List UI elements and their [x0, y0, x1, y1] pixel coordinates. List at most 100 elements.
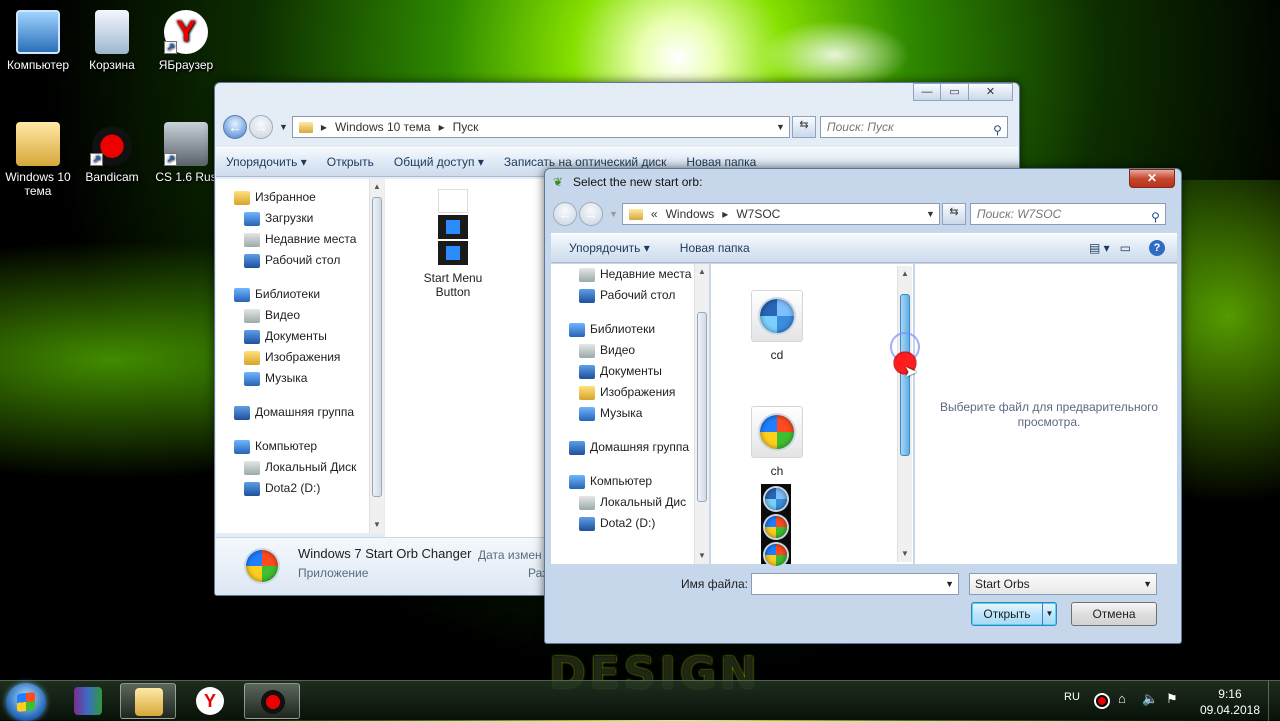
nav-item[interactable]: Компьютер	[216, 436, 384, 457]
refresh-icon[interactable]: ⇆	[791, 116, 816, 138]
desktop-icon-recycle-bin[interactable]: Корзина	[74, 10, 150, 72]
file-item-ch[interactable]: ch	[747, 406, 807, 478]
organize-menu[interactable]: Упорядочить ▾	[551, 241, 660, 255]
help-icon[interactable]: ?	[1149, 240, 1165, 256]
nav-item[interactable]: Dota2 (D:)	[551, 513, 709, 534]
dialog-nav-scrollbar[interactable]: ▲ ▼	[694, 264, 709, 564]
cancel-button[interactable]: Отмена	[1071, 602, 1157, 626]
forward-button[interactable]: →	[249, 115, 273, 139]
taskbar-yandex-browser[interactable]: Y	[182, 683, 238, 719]
nav-item[interactable]: Документы	[551, 361, 709, 382]
file-list-scrollbar[interactable]: ▲ ▼	[897, 266, 912, 562]
breadcrumb-item[interactable]: W7SOC	[736, 207, 780, 221]
open-split-button[interactable]: Открыть ▼	[971, 602, 1057, 626]
network-icon[interactable]: ⌂	[1118, 691, 1126, 706]
open-button[interactable]: Открыть	[317, 155, 384, 169]
desktop-icon-windows10-theme[interactable]: Windows 10 тема	[0, 122, 76, 198]
action-center-flag-icon[interactable]: ⚑	[1166, 691, 1178, 707]
nav-item-icon	[579, 364, 595, 379]
scroll-up-icon[interactable]: ▲	[695, 264, 709, 280]
nav-item[interactable]: Видео	[551, 340, 709, 361]
scroll-up-icon[interactable]: ▲	[898, 266, 912, 282]
scroll-up-icon[interactable]: ▲	[370, 179, 384, 195]
nav-item[interactable]: Локальный Дис	[551, 492, 709, 513]
nav-item[interactable]: Избранное	[216, 187, 384, 208]
bandicam-tray-icon[interactable]	[1094, 693, 1110, 709]
address-dropdown-icon[interactable]: ▼	[926, 209, 935, 219]
scroll-thumb[interactable]	[372, 197, 382, 497]
history-dropdown-icon[interactable]: ▼	[279, 122, 288, 132]
nav-item[interactable]: Рабочий стол	[216, 250, 384, 271]
new-folder-button[interactable]: Новая папка	[676, 155, 766, 169]
taskbar-orb-changer[interactable]	[244, 683, 300, 719]
language-indicator[interactable]: RU	[1064, 691, 1080, 703]
new-folder-button[interactable]: Новая папка	[660, 241, 760, 255]
taskbar-winrar[interactable]	[60, 683, 116, 719]
file-type-select[interactable]: Start Orbs ▼	[969, 573, 1157, 595]
scroll-down-icon[interactable]: ▼	[370, 517, 384, 533]
burn-button[interactable]: Записать на оптический диск	[494, 155, 677, 169]
file-item-label: ch	[770, 464, 784, 478]
nav-item[interactable]: Недавние места	[551, 264, 709, 285]
minimize-button[interactable]: —	[913, 83, 941, 101]
dialog-search-input[interactable]: Поиск: W7SOC ⚲	[969, 203, 1166, 225]
nav-item[interactable]: Рабочий стол	[551, 285, 709, 306]
nav-item[interactable]: Библиотеки	[216, 284, 384, 305]
view-options-icon[interactable]: ▤ ▾	[1089, 241, 1110, 255]
dialog-address-bar[interactable]: « Windows ▸ W7SOC ▼	[621, 203, 940, 225]
address-dropdown-icon[interactable]: ▼	[776, 122, 785, 132]
nav-item[interactable]: Локальный Диск	[216, 457, 384, 478]
address-bar[interactable]: ▸ Windows 10 тема ▸ Пуск ▼	[291, 116, 790, 138]
start-button[interactable]	[6, 683, 46, 721]
desktop-icon-yandex-browser[interactable]: Y ↗ ЯБраузер	[148, 10, 224, 72]
back-button[interactable]: ←	[553, 202, 577, 226]
desktop-icon-computer[interactable]: Компьютер	[0, 10, 76, 72]
breadcrumb-prefix[interactable]: «	[651, 207, 658, 221]
nav-item[interactable]: Музыка	[551, 403, 709, 424]
nav-item[interactable]: Библиотеки	[551, 319, 709, 340]
file-item-cd[interactable]: cd	[747, 290, 807, 362]
maximize-button[interactable]: ▭	[941, 83, 969, 101]
dialog-close-button[interactable]: ✕	[1129, 169, 1175, 188]
back-button[interactable]: ←	[223, 115, 247, 139]
share-menu[interactable]: Общий доступ ▾	[384, 155, 494, 169]
desktop-icon-cs16[interactable]: ↗ CS 1.6 Rus	[148, 122, 224, 184]
breadcrumb-item[interactable]: Windows 10 тема	[335, 120, 431, 134]
nav-item[interactable]: Изображения	[216, 347, 384, 368]
preview-pane-icon[interactable]: ▭	[1120, 241, 1131, 255]
nav-item[interactable]: Загрузки	[216, 208, 384, 229]
nav-item[interactable]: Изображения	[551, 382, 709, 403]
nav-item-label: Загрузки	[265, 211, 314, 225]
close-button[interactable]: ✕	[969, 83, 1013, 101]
scroll-down-icon[interactable]: ▼	[695, 548, 709, 564]
nav-item[interactable]: Домашняя группа	[216, 402, 384, 423]
nav-item[interactable]: Музыка	[216, 368, 384, 389]
start-orb-sprite-thumbnail-icon[interactable]	[761, 484, 791, 566]
show-desktop-button[interactable]	[1268, 681, 1280, 721]
taskbar-clock[interactable]: 9:16 09.04.2018	[1200, 686, 1260, 718]
scroll-down-icon[interactable]: ▼	[898, 546, 912, 562]
desktop-icon-bandicam[interactable]: ↗ Bandicam	[74, 122, 150, 184]
nav-item[interactable]: Dota2 (D:)	[216, 478, 384, 499]
volume-icon[interactable]: 🔈	[1142, 691, 1158, 707]
filename-dropdown-icon[interactable]: ▼	[945, 574, 954, 594]
file-item-start-menu-button[interactable]: Start Menu Button	[413, 189, 493, 299]
filename-input[interactable]: ▼	[751, 573, 959, 595]
refresh-icon[interactable]: ⇆	[941, 203, 966, 225]
nav-item[interactable]: Документы	[216, 326, 384, 347]
nav-item[interactable]: Недавние места	[216, 229, 384, 250]
scroll-thumb[interactable]	[697, 312, 707, 502]
forward-button[interactable]: →	[579, 202, 603, 226]
history-dropdown-icon[interactable]: ▼	[609, 209, 618, 219]
search-input[interactable]: Поиск: Пуск ⚲	[819, 116, 1008, 138]
breadcrumb-item[interactable]: Пуск	[453, 120, 479, 134]
nav-item[interactable]: Видео	[216, 305, 384, 326]
breadcrumb-item[interactable]: Windows	[666, 207, 715, 221]
nav-item[interactable]: Компьютер	[551, 471, 709, 492]
open-dropdown-icon[interactable]: ▼	[1042, 603, 1056, 625]
nav-scrollbar[interactable]: ▲ ▼	[369, 179, 384, 533]
open-file-dialog[interactable]: ❦ Select the new start orb: ✕ ← → ▼ « Wi…	[544, 168, 1182, 644]
organize-menu[interactable]: Упорядочить ▾	[216, 155, 317, 169]
nav-item[interactable]: Домашняя группа	[551, 437, 709, 458]
taskbar-explorer[interactable]	[120, 683, 176, 719]
